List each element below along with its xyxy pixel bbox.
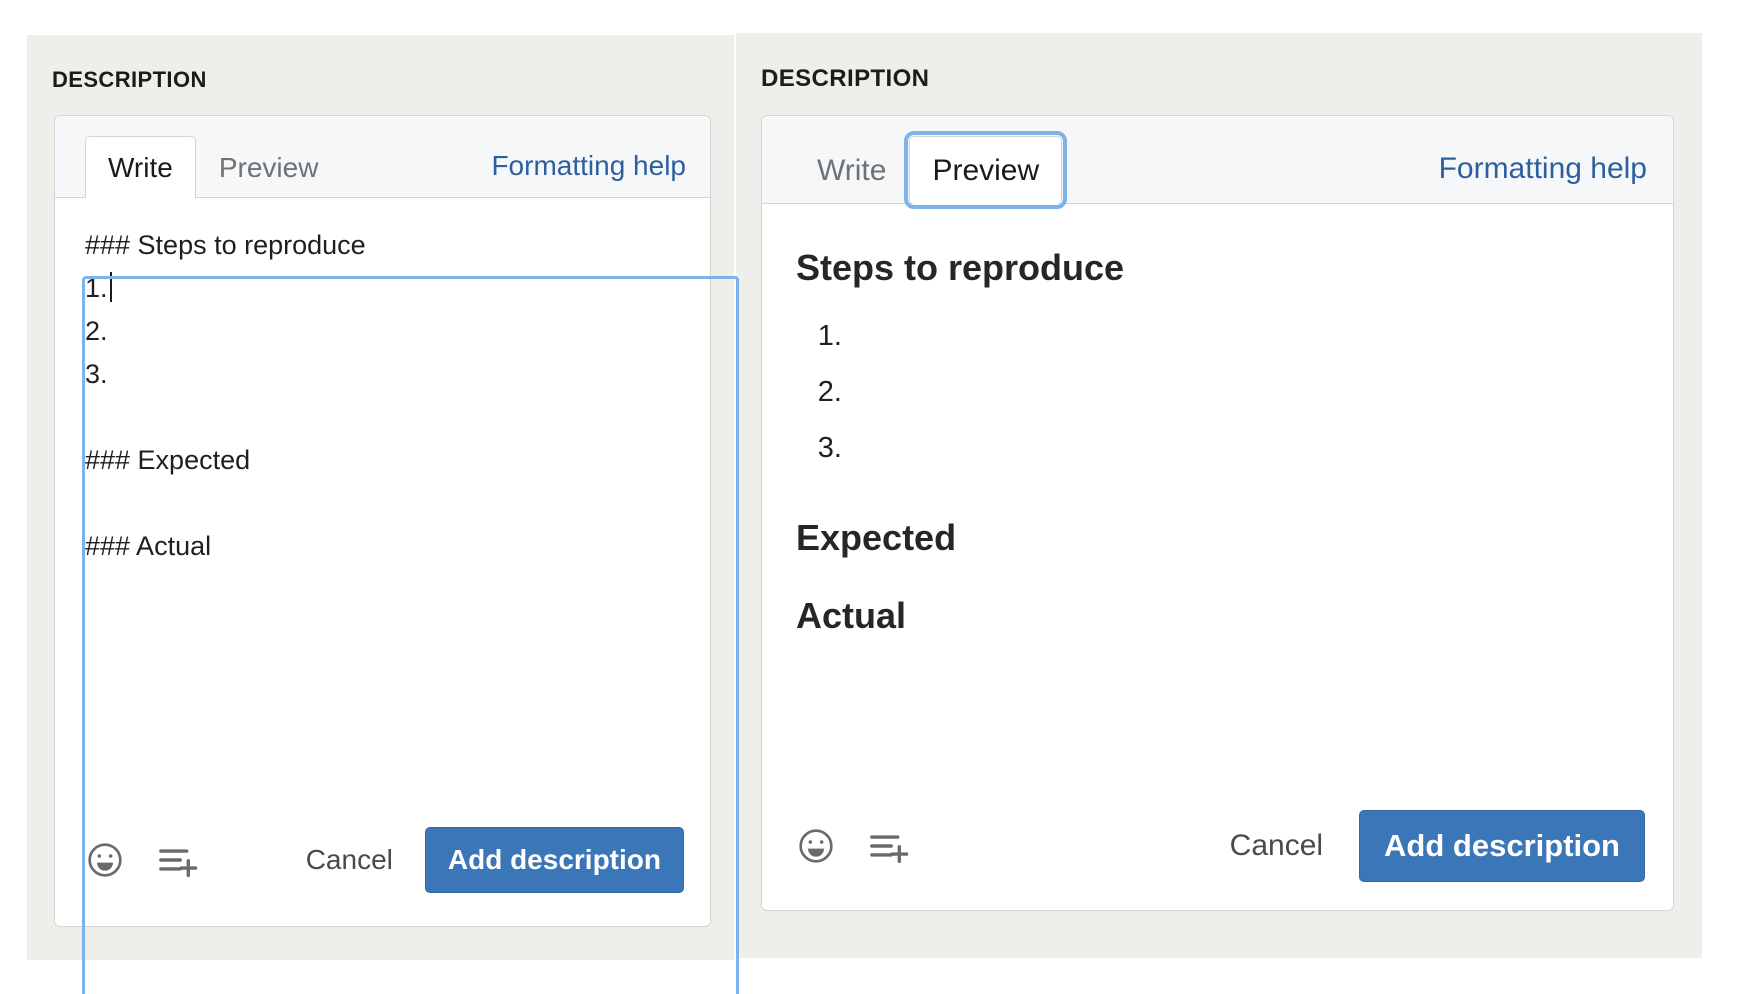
right-description-editor: Write Preview Formatting help Steps to r…: [761, 115, 1674, 911]
preview-list-item: [850, 364, 1639, 420]
right-add-description-button[interactable]: Add description: [1359, 810, 1645, 882]
preview-heading-steps: Steps to reproduce: [796, 247, 1125, 288]
left-panel: DESCRIPTION Write Preview Formatting hel…: [27, 35, 739, 994]
right-panel: DESCRIPTION Write Preview Formatting hel…: [736, 33, 1702, 958]
right-tab-preview[interactable]: Preview: [904, 131, 1068, 209]
md-line-6: ### Expected: [85, 445, 251, 475]
left-tab-preview-label: Preview: [218, 152, 319, 183]
right-section-label: DESCRIPTION: [761, 65, 930, 92]
left-editor-footer: Cancel Add description: [55, 794, 710, 926]
right-preview-body: Steps to reproduce Expected Actual: [762, 204, 1673, 796]
right-tab-preview-label: Preview: [932, 154, 1040, 187]
left-description-editor: Write Preview Formatting help ### Steps …: [54, 115, 739, 994]
left-tab-write-label: Write: [108, 152, 173, 183]
smiley-icon[interactable]: [794, 824, 838, 868]
preview-ordered-list: [796, 308, 1639, 476]
md-line-2: 1.: [85, 273, 108, 303]
left-markdown-textarea[interactable]: ### Steps to reproduce 1. 2. 3. ### Expe…: [85, 224, 684, 568]
left-tab-write[interactable]: Write: [85, 136, 196, 198]
left-tabbar: Write Preview Formatting help: [55, 116, 710, 198]
left-tab-preview[interactable]: Preview: [196, 136, 342, 198]
left-section-label: DESCRIPTION: [52, 67, 207, 92]
right-editor-footer: Cancel Add description: [762, 782, 1673, 910]
right-tab-write[interactable]: Write: [794, 136, 909, 204]
smiley-icon[interactable]: [83, 838, 127, 882]
left-add-description-button[interactable]: Add description: [424, 827, 684, 893]
right-formatting-help-link[interactable]: Formatting help: [1439, 135, 1647, 203]
left-cancel-button[interactable]: Cancel: [296, 844, 403, 876]
left-write-body[interactable]: ### Steps to reproduce 1. 2. 3. ### Expe…: [55, 198, 710, 794]
add-lines-icon[interactable]: [155, 838, 199, 882]
preview-heading-expected: Expected: [796, 517, 957, 558]
preview-list-item: [850, 420, 1639, 476]
right-tab-write-label: Write: [817, 154, 887, 187]
preview-list-item: [850, 308, 1639, 364]
left-formatting-help-link[interactable]: Formatting help: [491, 135, 686, 197]
text-caret: [109, 272, 112, 302]
md-line-8: ### Actual: [85, 531, 212, 561]
right-tabbar: Write Preview Formatting help: [762, 116, 1673, 209]
add-lines-icon[interactable]: [866, 824, 910, 868]
md-line-3: 2.: [85, 316, 108, 346]
md-line-4: 3.: [85, 359, 108, 389]
md-line-1: ### Steps to reproduce: [85, 230, 366, 260]
screenshot-stage: DESCRIPTION Write Preview Formatting hel…: [0, 0, 1739, 994]
right-cancel-button[interactable]: Cancel: [1220, 829, 1333, 863]
preview-heading-actual: Actual: [796, 595, 907, 636]
